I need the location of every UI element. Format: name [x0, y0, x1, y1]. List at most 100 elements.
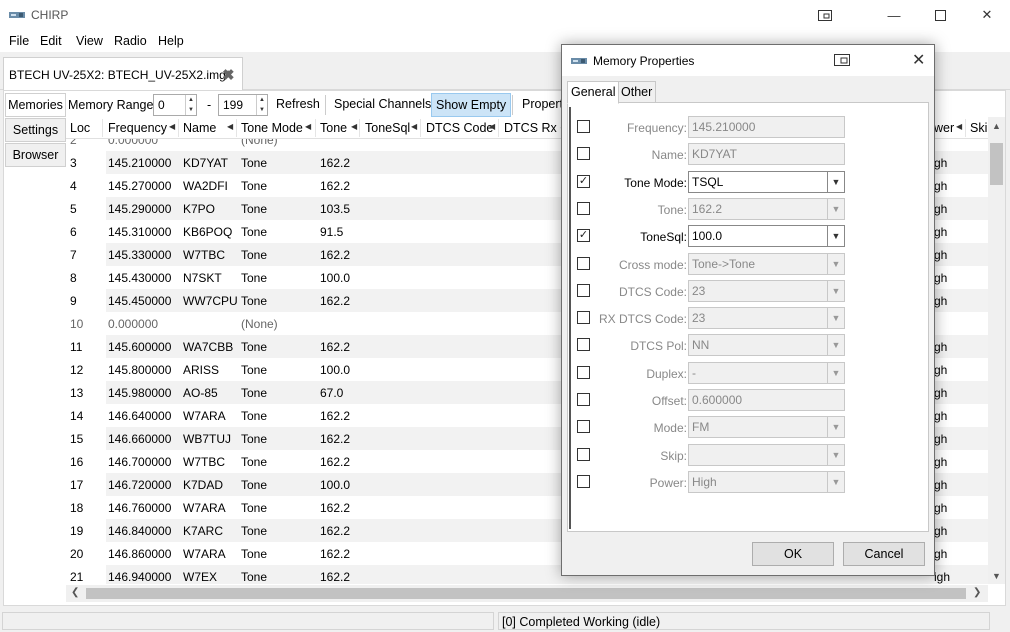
chevron-down-icon: ▼ [827, 335, 844, 356]
sort-arrow-icon: ◀ [411, 122, 418, 131]
scroll-up-icon[interactable]: ▲ [988, 121, 1005, 131]
cell-loc: 10 [70, 317, 84, 331]
property-checkbox[interactable] [577, 201, 590, 215]
cell-tone-mode: Tone [241, 248, 268, 262]
menu-radio[interactable]: Radio [114, 34, 147, 48]
minimize-icon[interactable]: — [871, 0, 917, 30]
scroll-thumb[interactable] [990, 143, 1003, 185]
vertical-scrollbar[interactable]: ▲ ▼ [988, 117, 1005, 584]
property-checkbox[interactable]: ✓ [577, 174, 590, 188]
property-row: ✓ ToneSql: 100.0 ▼ [571, 224, 931, 251]
cell-tone: 103.5 [320, 202, 351, 216]
property-value: TSQL [692, 174, 724, 189]
range-dash: - [207, 98, 212, 112]
col-dtcs-code[interactable]: DTCS Code [426, 121, 493, 135]
cell-tone-mode: (None) [241, 317, 278, 331]
dialog-title: Memory Properties [593, 54, 695, 68]
col-frequency[interactable]: Frequency [108, 121, 167, 135]
spin-arrows-icon[interactable]: ▲ ▼ [185, 95, 196, 115]
horizontal-scrollbar[interactable]: ❮ ❯ [66, 585, 988, 602]
property-field: 23 ▼ [688, 279, 845, 302]
menu-edit[interactable]: Edit [40, 34, 62, 48]
menu-view[interactable]: View [76, 34, 103, 48]
cell-tone-mode: Tone [241, 501, 268, 515]
property-row: Name: KD7YAT [571, 142, 931, 169]
property-checkbox[interactable] [577, 338, 590, 352]
col-name[interactable]: Name [183, 121, 216, 135]
property-value: FM [692, 420, 710, 435]
tab-memories[interactable]: Memories [5, 93, 66, 117]
cell-power: gh [934, 363, 948, 377]
col-power[interactable]: wer [934, 121, 954, 135]
col-tone-mode[interactable]: Tone Mode [241, 121, 303, 135]
menu-file[interactable]: File [9, 34, 29, 48]
tab-settings[interactable]: Settings [5, 118, 66, 142]
chevron-down-icon[interactable]: ▼ [827, 226, 844, 247]
menu-help[interactable]: Help [158, 34, 184, 48]
tab-close-icon[interactable]: ✖ [222, 66, 235, 84]
cell-frequency: 0.000000 [108, 139, 159, 147]
show-empty-toggle[interactable]: Show Empty [431, 93, 512, 117]
col-skip[interactable]: Ski [970, 121, 987, 135]
property-checkbox[interactable] [577, 474, 590, 488]
scroll-down-icon[interactable]: ▼ [988, 571, 1005, 581]
ok-button[interactable]: OK [752, 542, 834, 566]
refresh-button[interactable]: Refresh [272, 93, 324, 117]
cell-loc: 2 [70, 139, 77, 147]
tab-browser[interactable]: Browser [5, 143, 66, 167]
sort-arrow-icon: ◀ [169, 122, 176, 131]
chevron-down-icon[interactable]: ▼ [827, 171, 844, 192]
range-end-stepper[interactable]: 199 ▲ ▼ [218, 94, 268, 116]
property-checkbox[interactable] [577, 420, 590, 434]
column-divider [178, 119, 179, 137]
compact-overlay-icon[interactable] [802, 0, 848, 30]
property-checkbox[interactable] [577, 283, 590, 297]
property-checkbox[interactable] [577, 393, 590, 406]
property-checkbox[interactable] [577, 447, 590, 461]
range-start-stepper[interactable]: 0 ▲ ▼ [153, 94, 197, 116]
close-icon[interactable]: ✕ [964, 0, 1010, 30]
cell-loc: 12 [70, 363, 84, 377]
cell-name: K7PO [183, 202, 216, 216]
property-checkbox[interactable] [577, 365, 590, 379]
cancel-button[interactable]: Cancel [843, 542, 925, 566]
file-tab[interactable]: BTECH UV-25X2: BTECH_UV-25X2.img* ✖ [3, 57, 243, 90]
scroll-thumb[interactable] [86, 588, 966, 599]
tab-other[interactable]: Other [617, 81, 657, 103]
cell-loc: 15 [70, 432, 84, 446]
properties-button[interactable]: Propert [518, 93, 567, 117]
property-checkbox[interactable] [577, 147, 590, 161]
cell-name: W7EX [183, 570, 218, 584]
cell-frequency: 145.330000 [108, 248, 172, 262]
range-end-value: 199 [223, 98, 244, 112]
spin-arrows-icon[interactable]: ▲ ▼ [256, 95, 267, 115]
property-field[interactable]: 100.0 ▼ [688, 225, 845, 248]
cell-tone-mode: Tone [241, 156, 268, 170]
special-channels-button[interactable]: Special Channels [330, 93, 435, 117]
col-loc[interactable]: Loc [70, 121, 90, 135]
property-value: NN [692, 338, 710, 353]
scroll-right-icon[interactable]: ❯ [973, 587, 981, 598]
col-tonesql[interactable]: ToneSql [365, 121, 410, 135]
cell-frequency: 0.000000 [108, 317, 159, 331]
maximize-icon[interactable] [917, 0, 963, 30]
property-checkbox[interactable] [577, 120, 590, 133]
cell-name: ARISS [183, 363, 220, 377]
scroll-left-icon[interactable]: ❮ [71, 587, 79, 598]
compact-overlay-icon[interactable] [834, 54, 850, 66]
property-checkbox[interactable] [577, 311, 590, 325]
cell-power: gh [934, 179, 948, 193]
cell-name: K7DAD [183, 478, 224, 492]
cell-name: WW7CPU [183, 294, 238, 308]
cell-tone: 100.0 [320, 478, 351, 492]
cell-tone: 162.2 [320, 432, 351, 446]
col-tone[interactable]: Tone [320, 121, 347, 135]
property-checkbox[interactable]: ✓ [577, 229, 590, 243]
property-checkbox[interactable] [577, 256, 590, 270]
tab-general[interactable]: General [567, 81, 620, 104]
cell-tone: 162.2 [320, 409, 351, 423]
cell-tone-mode: Tone [241, 547, 268, 561]
close-icon[interactable]: ✕ [912, 50, 925, 70]
property-field[interactable]: TSQL ▼ [688, 170, 845, 193]
column-divider [359, 119, 360, 137]
